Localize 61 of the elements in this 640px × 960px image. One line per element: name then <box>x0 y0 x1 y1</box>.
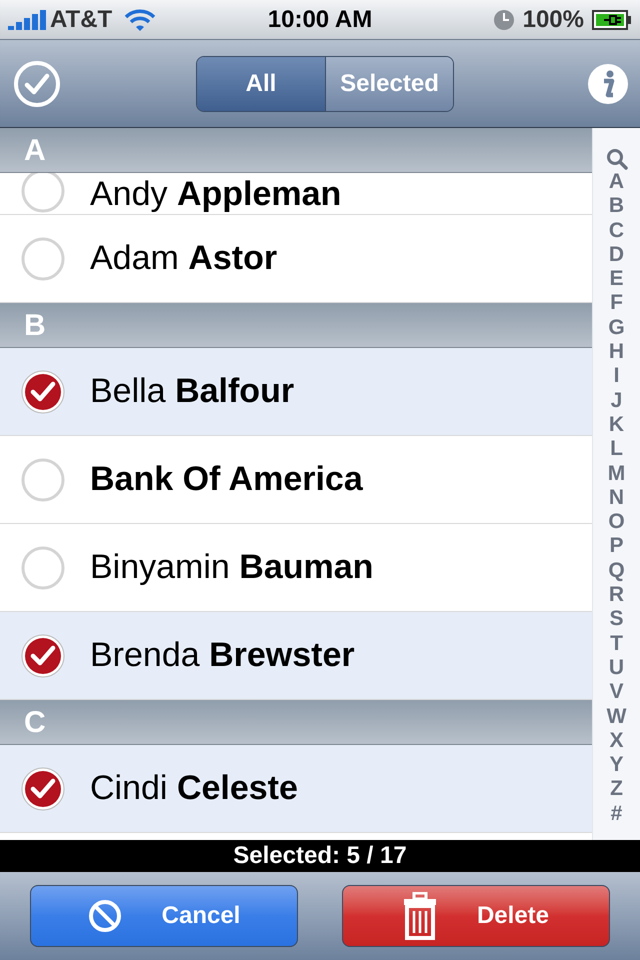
index-letter[interactable]: I <box>614 364 620 389</box>
index-letter[interactable]: E <box>609 267 624 292</box>
index-letter[interactable]: N <box>608 486 624 510</box>
contact-name: Bank Of America <box>90 459 363 500</box>
checkmark-icon[interactable] <box>20 632 66 678</box>
index-letter[interactable]: T <box>610 632 623 656</box>
contact-name: Andy Appleman <box>90 174 342 214</box>
section-header: B <box>0 303 592 348</box>
contact-row[interactable]: Cindi Celeste <box>0 745 592 833</box>
index-letter[interactable]: Z <box>610 777 623 802</box>
index-letter[interactable]: U <box>608 656 624 680</box>
contact-name: Binyamin Bauman <box>90 547 374 588</box>
select-all-checkmark-icon[interactable] <box>12 58 62 108</box>
trash-icon <box>402 892 437 940</box>
section-header: A <box>0 128 592 173</box>
index-letter[interactable]: R <box>608 583 624 608</box>
index-letter[interactable]: F <box>610 291 623 316</box>
contact-name: Brenda Brewster <box>90 635 355 676</box>
index-letter[interactable]: M <box>608 462 626 486</box>
battery-percent: 100% <box>522 4 584 34</box>
checkmark-icon[interactable] <box>20 766 66 812</box>
index-letter[interactable]: V <box>609 680 624 705</box>
index-letter[interactable]: A <box>608 170 624 194</box>
delete-button[interactable]: Delete <box>342 885 610 947</box>
contact-name: Bella Balfour <box>90 371 294 412</box>
cancel-button[interactable]: Cancel <box>30 885 298 947</box>
index-letter[interactable]: P <box>609 534 624 559</box>
segment-tab[interactable]: Selected <box>325 56 453 110</box>
index-letter[interactable]: S <box>609 607 624 632</box>
index-letter[interactable]: B <box>608 194 624 219</box>
index-letter[interactable]: C <box>608 218 624 243</box>
prohibited-icon <box>88 899 122 933</box>
index-letter[interactable]: G <box>608 316 625 340</box>
index-letter[interactable]: W <box>606 704 626 729</box>
search-icon[interactable] <box>606 148 628 170</box>
contact-name: Cindi Celeste <box>90 768 298 809</box>
segment-tab[interactable]: All <box>197 56 325 110</box>
contact-row[interactable]: Brenda Brewster <box>0 612 592 700</box>
section-header: C <box>0 700 592 745</box>
wifi-icon <box>124 8 156 32</box>
contact-name: Adam Astor <box>90 238 278 279</box>
carrier-label: AT&T <box>50 4 112 34</box>
index-letter[interactable]: X <box>609 728 624 754</box>
signal-icon <box>8 10 46 30</box>
clock-time: 10:00 AM <box>266 4 374 34</box>
selection-counter: Selected: 5 / 17 <box>0 840 640 872</box>
index-letter[interactable]: D <box>608 242 624 268</box>
index-letter[interactable]: # <box>610 802 622 826</box>
index-letter[interactable]: J <box>610 388 622 413</box>
contact-row[interactable]: Andy Appleman <box>0 173 592 215</box>
info-icon[interactable] <box>588 64 628 104</box>
checkmark-icon[interactable] <box>20 368 66 414</box>
battery-icon <box>592 8 632 30</box>
alarm-clock-icon <box>492 8 515 30</box>
index-letter[interactable]: Q <box>608 558 625 584</box>
index-letter[interactable]: L <box>610 437 623 462</box>
index-letter[interactable]: H <box>608 340 624 364</box>
index-letter[interactable]: K <box>608 412 624 438</box>
index-letter[interactable]: O <box>608 510 625 534</box>
index-letter[interactable]: Y <box>609 753 624 778</box>
contact-row[interactable]: Bella Balfour <box>0 348 592 436</box>
